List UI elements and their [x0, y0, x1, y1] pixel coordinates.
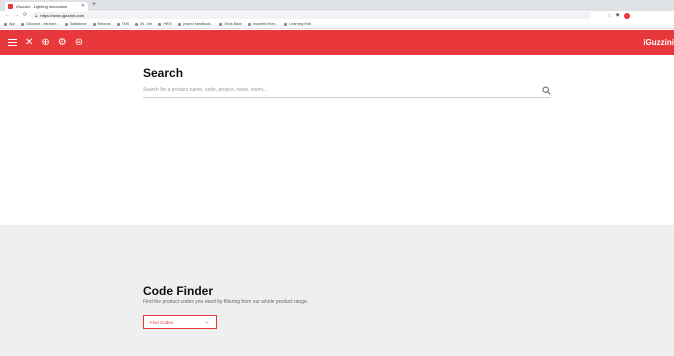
bookmark-label: TMS: [121, 22, 130, 26]
forward-icon[interactable]: →: [14, 13, 19, 18]
brand-logo[interactable]: iGuzzini: [643, 38, 674, 47]
bookmark-folder-icon: [219, 22, 223, 26]
tab-title: iGuzzini - Lighting innovation: [16, 4, 68, 9]
browser-tab-strip: iGuzzini - Lighting innovation ✕ +: [0, 0, 674, 11]
profile-avatar[interactable]: [623, 12, 630, 19]
bookmark-folder-icon: [116, 22, 120, 26]
bookmark-star-icon[interactable]: ☆: [607, 13, 611, 19]
bookmark-label: Salesforce: [69, 22, 87, 26]
arrow-right-icon: →: [203, 318, 210, 326]
bookmark-folder-icon: [21, 22, 25, 26]
bookmark-folder-icon: [248, 22, 251, 26]
bookmark-item[interactable]: Salesforce: [64, 22, 87, 26]
site-header: ✕ ⊕ ⚙ ⊜ iGuzzini: [0, 30, 674, 55]
bookmark-label: HRIS: [163, 22, 172, 26]
gear-icon[interactable]: ⚙: [58, 37, 67, 48]
bookmark-item[interactable]: Network: [92, 22, 111, 26]
close-icon[interactable]: ✕: [25, 37, 33, 48]
user-icon[interactable]: ⊜: [75, 37, 83, 48]
bookmark-folder-icon: [4, 22, 7, 26]
close-icon[interactable]: ✕: [81, 4, 85, 9]
bookmark-item[interactable]: IN - Intr: [135, 22, 152, 26]
bookmark-item[interactable]: Discover - intranet...: [21, 22, 59, 26]
bookmark-label: project handbook...: [182, 22, 214, 26]
new-tab-button[interactable]: +: [92, 1, 96, 8]
favicon-icon: [8, 4, 13, 9]
bookmark-item[interactable]: HRIS: [158, 22, 172, 26]
bookmark-label: Learning Hub: [289, 22, 311, 26]
bookmark-item[interactable]: TMS: [116, 22, 130, 26]
bookmark-item[interactable]: project handbook...: [177, 22, 214, 26]
find-codes-button[interactable]: Find Codes →: [143, 315, 217, 329]
address-bar[interactable]: 🔒︎ https://www.iguzzini.com: [31, 12, 592, 19]
reload-icon[interactable]: ⟳: [23, 13, 27, 18]
bookmark-item[interactable]: Imported from...: [248, 22, 278, 26]
menu-icon[interactable]: [8, 38, 17, 47]
bookmark-folder-icon: [64, 22, 68, 26]
bookmark-item[interactable]: App: [4, 22, 15, 26]
bookmark-folder-icon: [158, 22, 162, 26]
bookmark-label: IN - Intr: [140, 22, 153, 26]
bookmark-item[interactable]: Work Base: [219, 22, 242, 26]
code-finder-title: Code Finder: [143, 284, 214, 298]
find-codes-label: Find Codes: [150, 319, 174, 325]
browser-toolbar: ← → ⟳ 🔒︎ https://www.iguzzini.com ☆ ◆: [0, 11, 674, 20]
search-input[interactable]: [143, 87, 523, 93]
browser-tab[interactable]: iGuzzini - Lighting innovation ✕: [5, 2, 88, 11]
bookmark-label: Discover - intranet...: [26, 22, 59, 26]
url-text: https://www.iguzzini.com: [40, 13, 84, 18]
search-title: Search: [143, 66, 184, 80]
bookmark-folder-icon: [284, 22, 288, 26]
bookmark-label: Imported from...: [253, 22, 279, 26]
search-section: [0, 55, 674, 225]
search-field[interactable]: [143, 83, 551, 98]
bookmark-folder-icon: [92, 22, 96, 26]
lock-icon: 🔒︎: [35, 13, 38, 18]
search-icon[interactable]: [542, 86, 551, 95]
back-icon[interactable]: ←: [5, 13, 10, 18]
bookmark-item[interactable]: Learning Hub: [284, 22, 311, 26]
code-finder-description: Find the product codes you need by filte…: [143, 299, 309, 305]
bookmark-folder-icon: [177, 22, 181, 26]
bookmark-label: Work Base: [224, 22, 242, 26]
extension-icon[interactable]: ◆: [616, 13, 620, 18]
bookmark-folder-icon: [135, 22, 139, 26]
code-finder-section: Code Finder Find the product codes you n…: [0, 225, 674, 356]
bookmark-label: Network: [97, 22, 111, 26]
globe-icon[interactable]: ⊕: [41, 37, 49, 48]
bookmarks-bar: App Discover - intranet... Salesforce Netwo…: [0, 20, 674, 29]
bookmark-label: App: [9, 22, 16, 26]
